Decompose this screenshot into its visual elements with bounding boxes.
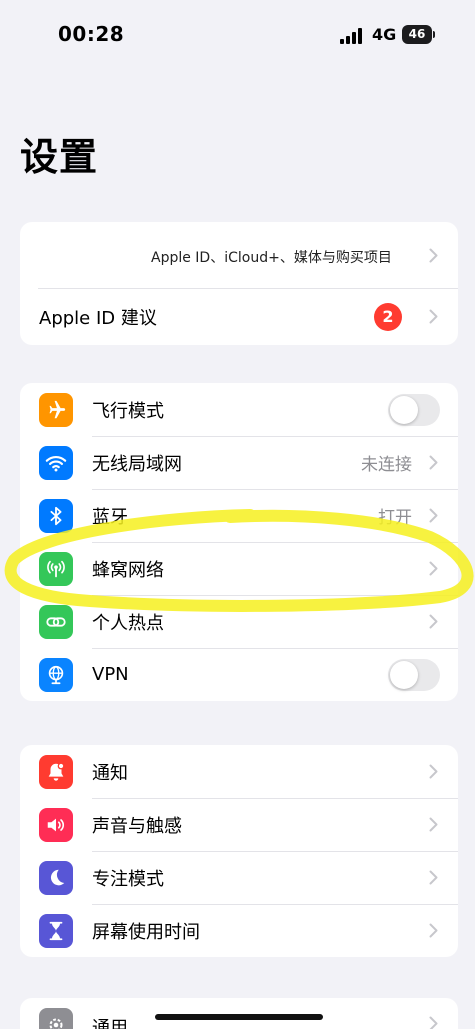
signal-strength-icon xyxy=(340,28,362,44)
notifications-group: 通知 声音与触感 专注模式 屏幕使用时间 xyxy=(20,745,458,957)
screen-time-label: 屏幕使用时间 xyxy=(92,921,200,943)
hourglass-icon xyxy=(39,913,73,948)
apple-id-subtitle: Apple ID、iCloud+、媒体与购买项目 xyxy=(151,250,392,266)
chevron-right-icon xyxy=(429,1016,438,1029)
battery-icon: 46 xyxy=(402,25,435,44)
chevron-right-icon xyxy=(429,817,438,832)
speaker-icon xyxy=(39,807,73,842)
suggestion-count-badge: 2 xyxy=(374,302,402,331)
chevron-right-icon xyxy=(429,561,438,576)
wifi-status-value: 未连接 xyxy=(361,455,412,475)
bluetooth-row[interactable]: 蓝牙 打开 xyxy=(20,489,458,542)
chevron-right-icon xyxy=(429,455,438,470)
globe-icon xyxy=(39,657,73,692)
chevron-right-icon xyxy=(429,508,438,523)
airplane-icon xyxy=(39,392,73,427)
sounds-haptics-label: 声音与触感 xyxy=(92,815,182,837)
personal-hotspot-row[interactable]: 个人热点 xyxy=(20,595,458,648)
connectivity-group: 飞行模式 无线局域网 未连接 蓝牙 打开 蜂窝网络 个人热点 VPN xyxy=(20,383,458,701)
sounds-haptics-row[interactable]: 声音与触感 xyxy=(20,798,458,851)
general-label: 通用 xyxy=(92,1018,128,1029)
chevron-right-icon xyxy=(429,614,438,629)
wifi-row[interactable]: 无线局域网 未连接 xyxy=(20,436,458,489)
chevron-right-icon xyxy=(429,764,438,779)
vpn-row[interactable]: VPN xyxy=(20,648,458,701)
airplane-mode-label: 飞行模式 xyxy=(92,400,164,422)
personal-hotspot-label: 个人热点 xyxy=(92,612,164,634)
cellular-antenna-icon xyxy=(39,551,73,586)
bell-icon xyxy=(39,754,73,789)
notifications-label: 通知 xyxy=(92,762,128,784)
page-title: 设置 xyxy=(20,135,99,179)
chevron-right-icon xyxy=(429,248,438,263)
chevron-right-icon xyxy=(429,870,438,885)
vpn-label: VPN xyxy=(92,664,129,685)
wifi-label: 无线局域网 xyxy=(92,453,182,475)
status-time: 00:28 xyxy=(58,22,125,46)
bluetooth-label: 蓝牙 xyxy=(92,506,128,528)
notifications-row[interactable]: 通知 xyxy=(20,745,458,798)
status-bar: 00:28 4G 46 xyxy=(0,0,475,70)
account-group: Apple ID、iCloud+、媒体与购买项目 Apple ID 建议 2 xyxy=(20,222,458,345)
chevron-right-icon xyxy=(429,309,438,324)
network-type: 4G xyxy=(372,25,397,44)
cellular-label: 蜂窝网络 xyxy=(92,559,164,581)
airplane-mode-row[interactable]: 飞行模式 xyxy=(20,383,458,436)
apple-id-suggestions-row[interactable]: Apple ID 建议 2 xyxy=(20,288,458,345)
settings-screen: 00:28 4G 46 设置 Apple ID、iCloud+、媒体与购买项目 … xyxy=(0,0,475,1029)
cellular-row[interactable]: 蜂窝网络 xyxy=(20,542,458,595)
home-indicator xyxy=(155,1014,323,1020)
bluetooth-status-value: 打开 xyxy=(378,508,412,528)
gear-icon xyxy=(39,1008,73,1029)
toggle-knob xyxy=(390,660,418,689)
focus-label: 专注模式 xyxy=(92,868,164,890)
apple-id-suggestions-label: Apple ID 建议 xyxy=(39,307,157,329)
toggle-knob xyxy=(390,395,418,424)
apple-id-row[interactable]: Apple ID、iCloud+、媒体与购买项目 xyxy=(20,222,458,288)
airplane-mode-toggle[interactable] xyxy=(388,393,440,426)
bluetooth-icon xyxy=(39,498,73,533)
hotspot-link-icon xyxy=(39,604,73,639)
wifi-icon xyxy=(39,445,73,480)
vpn-toggle[interactable] xyxy=(388,658,440,691)
moon-icon xyxy=(39,860,73,895)
focus-row[interactable]: 专注模式 xyxy=(20,851,458,904)
chevron-right-icon xyxy=(429,923,438,938)
screen-time-row[interactable]: 屏幕使用时间 xyxy=(20,904,458,957)
